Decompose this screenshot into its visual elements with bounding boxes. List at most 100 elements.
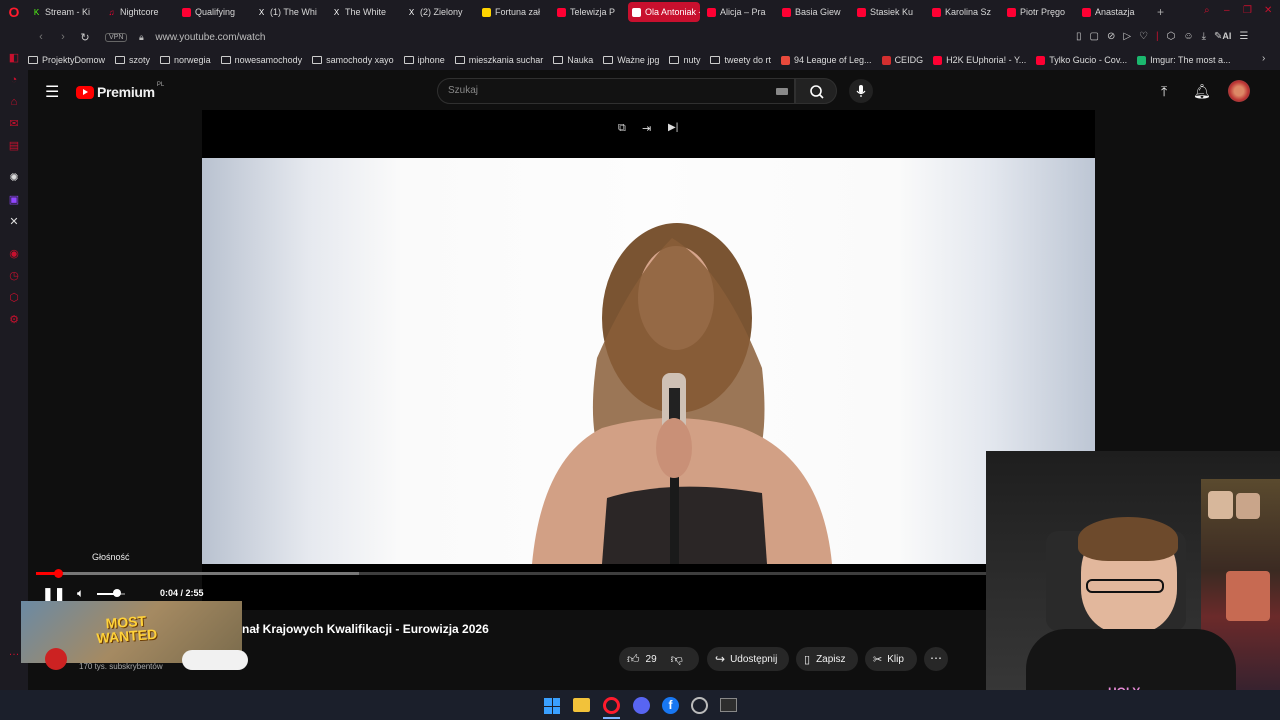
download-icon[interactable]: ⤓ [1202, 31, 1206, 42]
youtube-premium-logo[interactable]: Premium PL [76, 82, 164, 100]
progress-scrubber[interactable] [53, 569, 63, 578]
bookmark-item[interactable]: CEIDG [881, 55, 923, 65]
facebook-icon[interactable]: f [662, 697, 679, 714]
browser-tab[interactable]: Karolina Sz [928, 2, 1000, 22]
browser-tab[interactable]: Basia Giew [778, 2, 850, 22]
sidebar-mail-icon[interactable]: ✉ [8, 118, 20, 130]
sidebar-twitch-icon[interactable]: ▣ [8, 194, 20, 206]
search-tabs-icon[interactable]: ⌕ [1204, 5, 1210, 16]
voice-search-button[interactable] [849, 79, 873, 103]
close-window-icon[interactable]: ✕ [1264, 5, 1272, 16]
ai-button[interactable]: ✎AI [1214, 31, 1231, 42]
volume-slider[interactable] [97, 593, 125, 595]
bookmark-item[interactable]: norwegia [160, 55, 211, 65]
search-input[interactable]: Szukaj [437, 78, 795, 104]
extensions-icon[interactable]: ⬡ [1167, 31, 1176, 42]
bookmark-item[interactable]: Ważne jpg [603, 55, 659, 65]
maximize-icon[interactable]: ❐ [1243, 5, 1252, 16]
minimize-icon[interactable]: – [1224, 5, 1230, 16]
bookmark-item[interactable]: ProjektyDomow [28, 55, 105, 65]
progress-track[interactable] [36, 569, 986, 578]
more-actions-button[interactable]: ⋯ [924, 647, 948, 671]
bookmark-item[interactable]: Nauka [553, 55, 593, 65]
upload-icon[interactable]: ⤒ [1161, 83, 1167, 100]
thumbs-down-icon[interactable]: 👎︎ [671, 652, 683, 667]
obs-icon[interactable] [691, 697, 708, 714]
bookmark-item[interactable]: iphone [403, 55, 445, 65]
keyboard-icon[interactable] [776, 88, 788, 95]
bookmark-item[interactable]: mieszkania suchar [454, 55, 543, 65]
windows-start-icon[interactable] [544, 698, 560, 714]
clip-button[interactable]: ✂ Klip [865, 647, 917, 671]
sidebar-chatgpt-icon[interactable]: ✺ [8, 172, 20, 184]
browser-tab[interactable]: Alicja – Pra [703, 2, 775, 22]
heart-icon[interactable]: ♡ [1139, 31, 1148, 42]
hamburger-menu-icon[interactable]: ☰ [45, 82, 59, 102]
bookmarks-overflow-icon[interactable]: › [1262, 53, 1265, 64]
save-button[interactable]: ▯ Zapisz [796, 647, 858, 671]
bookmark-item[interactable]: tweety do rt [710, 55, 771, 65]
sidebar-player-icon[interactable]: ◉ [8, 248, 20, 260]
sidebar-home-icon[interactable]: ◧ [8, 52, 20, 64]
sidebar-settings-icon[interactable]: ⚙ [8, 314, 20, 326]
browser-tab[interactable]: ♫ Nightcore [103, 2, 175, 22]
url-field[interactable]: www.youtube.com/watch [155, 32, 265, 43]
channel-avatar[interactable] [45, 648, 67, 670]
snapshot-icon[interactable]: ▢ [1090, 31, 1099, 42]
sidebar-history-icon[interactable]: ▤ [8, 140, 20, 152]
sidebar-cube-icon[interactable]: ⬡ [8, 292, 20, 304]
bookmark-item[interactable]: Tylko Gucio - Cov... [1036, 55, 1127, 65]
search-button[interactable] [795, 78, 837, 104]
like-count[interactable]: 29 [646, 654, 657, 665]
profile-icon[interactable]: ☺ [1183, 31, 1193, 42]
new-tab-button[interactable]: + [1157, 5, 1164, 19]
browser-tab[interactable]: Fortuna zał [478, 2, 550, 22]
browser-tab[interactable]: Qualifying [178, 2, 250, 22]
avatar[interactable] [1228, 80, 1250, 102]
bookmark-item[interactable]: 94 League of Leg... [780, 55, 872, 65]
sidebar-speed-icon[interactable]: ◔ [8, 74, 20, 86]
back-icon[interactable]: ‹ [33, 31, 49, 43]
sidebar-bag-icon[interactable]: ⌂ [8, 96, 20, 108]
discord-icon[interactable] [633, 697, 650, 714]
browser-tab[interactable]: Telewizja P [553, 2, 625, 22]
bookmark-item[interactable]: samochody xayo [312, 55, 394, 65]
terminal-icon[interactable] [720, 698, 737, 712]
bookmark-item[interactable]: nuty [669, 55, 700, 65]
volume-knob[interactable] [112, 589, 121, 597]
subscribe-button[interactable] [182, 650, 248, 670]
browser-tab[interactable]: X (2) Zielony [403, 2, 475, 22]
video-frame[interactable] [202, 158, 1095, 564]
volume-icon[interactable]: 🔈︎ [77, 586, 84, 601]
bookmark-item[interactable]: nowesamochody [220, 55, 302, 65]
browser-tab[interactable]: K Stream - Ki [28, 2, 100, 22]
browser-tab[interactable]: X The White [328, 2, 400, 22]
miniplayer-icon[interactable]: ⧉ [618, 122, 626, 135]
browser-tab[interactable]: Anastazja [1078, 2, 1150, 22]
thumbs-up-icon[interactable]: 👍︎ [627, 652, 640, 667]
browser-tab[interactable]: X (1) The Whi [253, 2, 325, 22]
sidebar-clock-icon[interactable]: ◷ [8, 270, 20, 282]
player-icon[interactable]: ▷ [1123, 31, 1131, 42]
adblock-icon[interactable]: ⊘ [1107, 31, 1115, 42]
bookmark-item[interactable]: H2K EUphoria! - Y... [933, 55, 1026, 65]
forward-icon[interactable]: › [55, 31, 71, 43]
bookmark-item[interactable]: szoty [115, 55, 150, 65]
sidebar-more-icon[interactable]: … [8, 646, 20, 658]
sidebar-x-icon[interactable]: ✕ [8, 216, 20, 228]
menu-icon[interactable]: ☰ [1239, 31, 1248, 42]
browser-tab[interactable]: Piotr Pręgo [1003, 2, 1075, 22]
browser-tab[interactable]: Stasiek Ku [853, 2, 925, 22]
opera-logo-icon[interactable]: O [0, 0, 28, 24]
exit-icon[interactable]: ⇥ [642, 122, 651, 135]
share-button[interactable]: ↪ Udostępnij [707, 647, 789, 671]
browser-tab[interactable]: Ola Antoniak - Do [628, 2, 700, 22]
opera-taskbar-icon[interactable] [603, 697, 620, 714]
vpn-badge[interactable]: VPN [105, 32, 128, 42]
notifications-bell-icon[interactable]: 🔔︎ [1193, 83, 1211, 100]
next-video-icon[interactable]: ▶| [668, 122, 678, 133]
bookmark-item[interactable]: Imgur: The most a... [1137, 55, 1231, 65]
bookmark-icon[interactable]: ▯ [1076, 31, 1082, 42]
file-explorer-icon[interactable] [573, 698, 590, 712]
reload-icon[interactable]: ↻ [77, 31, 93, 44]
